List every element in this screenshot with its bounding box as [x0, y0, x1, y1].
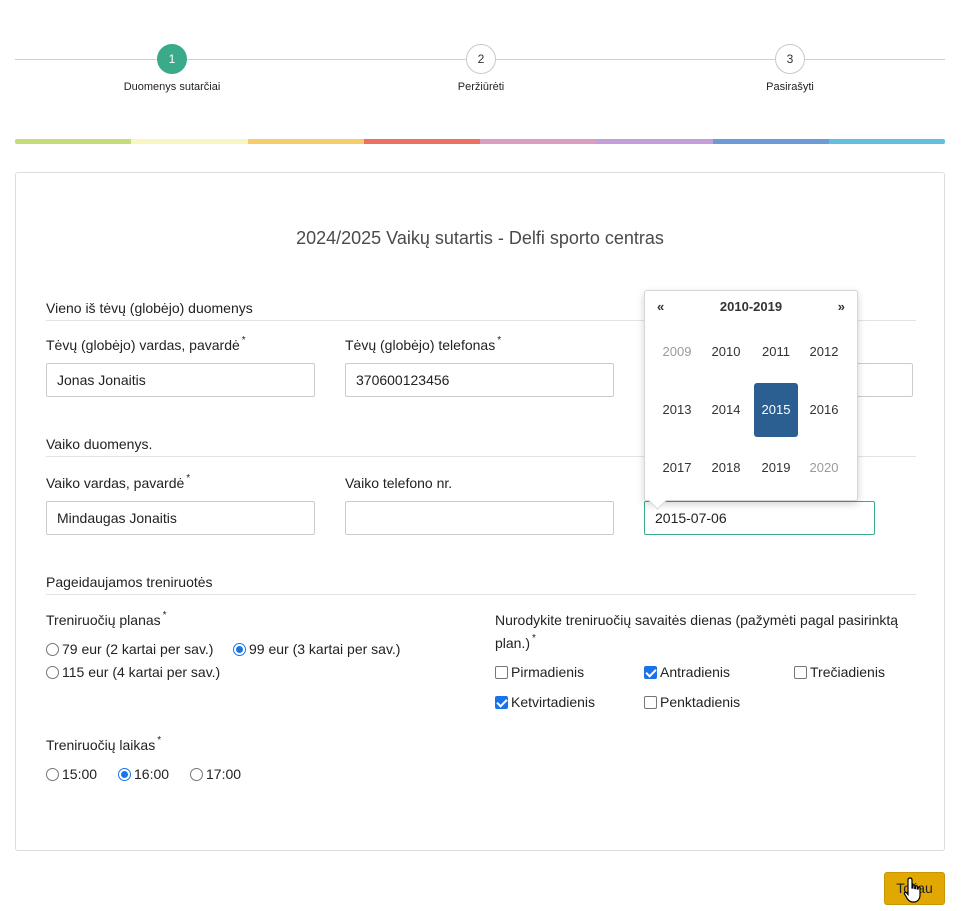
- day-label: Antradienis: [660, 664, 731, 680]
- required-mark: *: [162, 610, 167, 621]
- step-2: 2 Peržiūrėti: [401, 44, 561, 93]
- time-option-1600[interactable]: 16:00: [118, 766, 169, 782]
- color-bar-segment: [131, 139, 248, 144]
- checkbox-checked-icon[interactable]: [495, 695, 508, 709]
- color-bar-segment: [828, 139, 945, 144]
- plan-label: Treniruočių planas *: [46, 610, 167, 628]
- plan-option-79[interactable]: 79 eur (2 kartai per sav.): [46, 641, 213, 657]
- day-pirmadienis[interactable]: Pirmadienis: [495, 664, 584, 680]
- year-cell-2018[interactable]: 2018: [704, 441, 748, 495]
- plan-option-label: 115 eur (4 kartai per sav.): [62, 664, 221, 680]
- year-cell-2009[interactable]: 2009: [655, 325, 699, 379]
- year-cell-2017[interactable]: 2017: [655, 441, 699, 495]
- required-mark: *: [532, 633, 536, 644]
- color-bar-segment: [480, 139, 597, 144]
- required-mark: *: [157, 735, 162, 746]
- year-cell-2015[interactable]: 2015: [754, 383, 798, 437]
- year-cell-2019[interactable]: 2019: [754, 441, 798, 495]
- color-bar-segment: [712, 139, 829, 144]
- year-cell-2020[interactable]: 2020: [802, 441, 846, 495]
- plan-option-115[interactable]: 115 eur (4 kartai per sav.): [46, 664, 220, 680]
- required-mark: *: [186, 473, 191, 484]
- year-cell-2012[interactable]: 2012: [802, 325, 846, 379]
- color-bar-segment: [247, 139, 364, 144]
- radio-icon[interactable]: [190, 767, 203, 781]
- day-antradienis[interactable]: Antradienis: [644, 664, 730, 680]
- color-bar-segment: [15, 139, 132, 144]
- next-button[interactable]: Toliau: [884, 872, 945, 905]
- radio-checked-icon[interactable]: [118, 767, 131, 781]
- child-phone-label: Vaiko telefono nr.: [345, 475, 453, 491]
- required-mark: *: [241, 335, 246, 346]
- year-picker-header: « 2010-2019 »: [645, 299, 857, 317]
- radio-icon[interactable]: [46, 665, 59, 679]
- parent-phone-label: Tėvų (globėjo) telefonas *: [345, 335, 502, 353]
- plan-option-label: 79 eur (2 kartai per sav.): [62, 641, 214, 657]
- decorative-color-bar: [15, 139, 945, 144]
- year-cell-2013[interactable]: 2013: [655, 383, 699, 437]
- next-decade-button[interactable]: »: [838, 299, 845, 314]
- days-label-line2: plan.) *: [495, 633, 536, 651]
- day-label: Penktadienis: [660, 694, 741, 710]
- year-picker-popup: « 2010-2019 » 2009 2010 2011 2012 2013 2014 20…: [644, 290, 858, 501]
- time-option-label: 15:00: [62, 766, 98, 782]
- step-2-label: Peržiūrėti: [457, 81, 505, 93]
- time-option-label: 16:00: [134, 766, 170, 782]
- checkbox-icon[interactable]: [794, 665, 807, 679]
- days-label-line1: Nurodykite treniruočių savaitės dienas (…: [495, 612, 899, 628]
- parent-phone-input[interactable]: [345, 363, 614, 397]
- checkbox-icon[interactable]: [495, 665, 508, 679]
- radio-icon[interactable]: [46, 642, 59, 656]
- parent-name-label: Tėvų (globėjo) vardas, pavardė *: [46, 335, 246, 353]
- child-name-label: Vaiko vardas, pavardė *: [46, 473, 191, 491]
- radio-checked-icon[interactable]: [233, 642, 246, 656]
- progress-stepper: 1 Duomenys sutarčiai 2 Peržiūrėti 3 Pasi…: [15, 44, 945, 104]
- checkbox-checked-icon[interactable]: [644, 665, 657, 679]
- step-1: 1 Duomenys sutarčiai: [92, 44, 252, 93]
- day-label: Trečiadienis: [810, 664, 885, 680]
- form-title: 2024/2025 Vaikų sutartis - Delfi sporto …: [296, 228, 664, 248]
- plan-option-99[interactable]: 99 eur (3 kartai per sav.): [233, 641, 400, 657]
- step-3-circle: 3: [775, 44, 805, 74]
- plan-option-label: 99 eur (3 kartai per sav.): [249, 641, 401, 657]
- step-3-label: Pasirašyti: [766, 81, 814, 93]
- day-treciadienis[interactable]: Trečiadienis: [794, 664, 885, 680]
- day-label: Pirmadienis: [511, 664, 585, 680]
- day-penktadienis[interactable]: Penktadienis: [644, 694, 740, 710]
- color-bar-segment: [363, 139, 480, 144]
- year-cell-2014[interactable]: 2014: [704, 383, 748, 437]
- time-label: Treniruočių laikas *: [46, 735, 162, 753]
- year-cell-2016[interactable]: 2016: [802, 383, 846, 437]
- training-section-title: Pageidaujamos treniruotės: [46, 574, 916, 595]
- step-1-label: Duomenys sutarčiai: [123, 81, 221, 93]
- step-1-circle: 1: [157, 44, 187, 74]
- required-mark: *: [497, 335, 502, 346]
- time-option-label: 17:00: [206, 766, 242, 782]
- radio-icon[interactable]: [46, 767, 59, 781]
- child-phone-input[interactable]: [345, 501, 614, 535]
- checkbox-icon[interactable]: [644, 695, 657, 709]
- day-ketvirtadienis[interactable]: Ketvirtadienis: [495, 694, 595, 710]
- step-2-circle: 2: [466, 44, 496, 74]
- year-cell-2011[interactable]: 2011: [754, 325, 798, 379]
- color-bar-segment: [596, 139, 713, 144]
- parent-name-input[interactable]: [46, 363, 315, 397]
- child-name-input[interactable]: [46, 501, 315, 535]
- decade-range-label[interactable]: 2010-2019: [645, 299, 857, 314]
- time-option-1500[interactable]: 15:00: [46, 766, 97, 782]
- contract-form-card: 2024/2025 Vaikų sutartis - Delfi sporto …: [15, 172, 945, 851]
- year-cell-2010[interactable]: 2010: [704, 325, 748, 379]
- step-3: 3 Pasirašyti: [710, 44, 870, 93]
- day-label: Ketvirtadienis: [511, 694, 596, 710]
- child-birthdate-input[interactable]: [644, 501, 875, 535]
- time-option-1700[interactable]: 17:00: [190, 766, 241, 782]
